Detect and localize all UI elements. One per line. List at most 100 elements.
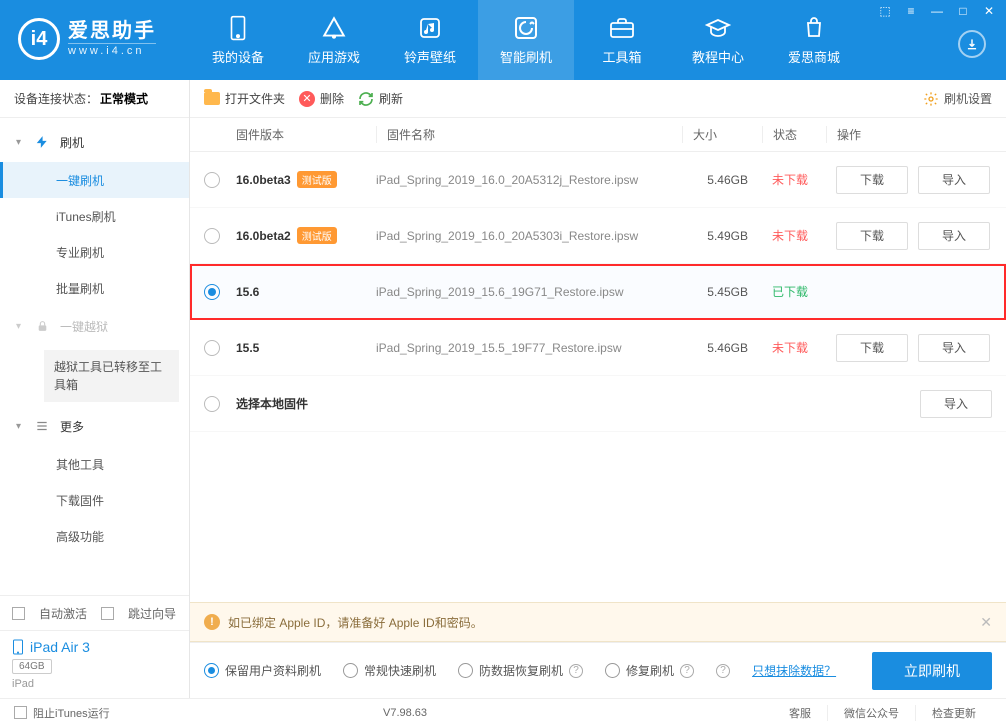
- flash-option-radio[interactable]: [605, 663, 620, 678]
- cell-status: 未下载: [762, 227, 826, 244]
- open-folder-label: 打开文件夹: [225, 90, 285, 107]
- gear-icon: [923, 91, 939, 107]
- tab-device[interactable]: 我的设备: [190, 0, 286, 80]
- flash-settings-label: 刷机设置: [944, 90, 992, 107]
- table-row[interactable]: 16.0beta3测试版iPad_Spring_2019_16.0_20A531…: [190, 152, 1006, 208]
- col-status: 状态: [762, 126, 826, 143]
- row-radio[interactable]: [204, 396, 220, 412]
- sidebar-item-flash-2[interactable]: 专业刷机: [0, 234, 189, 270]
- cell-size: 5.49GB: [682, 229, 762, 243]
- tab-label: 智能刷机: [500, 47, 552, 66]
- refresh-button[interactable]: 刷新: [358, 90, 403, 107]
- sidebar-bottom: 自动激活 跳过向导 iPad Air 3 64GB iPad: [0, 595, 189, 698]
- open-folder-button[interactable]: 打开文件夹: [204, 90, 285, 107]
- tab-label: 教程中心: [692, 47, 744, 66]
- cell-name: iPad_Spring_2019_16.0_20A5303i_Restore.i…: [376, 229, 682, 243]
- import-button[interactable]: 导入: [918, 166, 990, 194]
- device-info[interactable]: iPad Air 3 64GB iPad: [0, 630, 189, 698]
- cell-size: 5.46GB: [682, 341, 762, 355]
- tutorial-icon: [705, 15, 731, 41]
- footer-link-1[interactable]: 微信公众号: [827, 705, 915, 721]
- app-version: V7.98.63: [383, 707, 427, 719]
- sidebar-item-more-0[interactable]: 其他工具: [0, 446, 189, 482]
- cell-name: iPad_Spring_2019_15.6_19G71_Restore.ipsw: [376, 285, 682, 299]
- sidebar-item-more-2[interactable]: 高级功能: [0, 518, 189, 554]
- cell-version: 15.5: [236, 341, 376, 355]
- import-button[interactable]: 导入: [918, 334, 990, 362]
- nav-group-flash[interactable]: ▾ 刷机: [0, 122, 189, 162]
- download-button[interactable]: 下载: [836, 222, 908, 250]
- flash-option-3[interactable]: 修复刷机?: [605, 662, 694, 679]
- delete-icon: ✕: [299, 91, 315, 107]
- chevron-down-icon: ▾: [16, 421, 21, 432]
- device-name: iPad Air 3: [30, 639, 90, 655]
- winbtn-close-icon[interactable]: ✕: [980, 4, 998, 18]
- flash-now-button[interactable]: 立即刷机: [872, 652, 992, 690]
- flash-option-radio[interactable]: [204, 663, 219, 678]
- flash-option-2[interactable]: 防数据恢复刷机?: [458, 662, 583, 679]
- nav-group-more[interactable]: ▾ 更多: [0, 406, 189, 446]
- apple-id-notice: ! 如已绑定 Apple ID，请准备好 Apple ID和密码。 ✕: [190, 602, 1006, 642]
- row-radio[interactable]: [204, 284, 220, 300]
- cell-version: 选择本地固件: [236, 395, 376, 412]
- row-radio[interactable]: [204, 172, 220, 188]
- tab-music[interactable]: 铃声壁纸: [382, 0, 478, 80]
- header: ⬚ ≡ — □ ✕ i4 爱思助手 www.i4.cn 我的设备应用游戏铃声壁纸…: [0, 0, 1006, 80]
- help-icon[interactable]: ?: [680, 664, 694, 678]
- row-radio[interactable]: [204, 340, 220, 356]
- sidebar-item-flash-1[interactable]: iTunes刷机: [0, 198, 189, 234]
- beta-badge: 测试版: [297, 227, 337, 244]
- status-value: 正常模式: [100, 90, 148, 107]
- help-icon[interactable]: ?: [569, 664, 583, 678]
- flash-option-1[interactable]: 常规快速刷机: [343, 662, 436, 679]
- help-icon[interactable]: ?: [716, 664, 730, 678]
- cell-size: 5.45GB: [682, 285, 762, 299]
- winbtn-min-icon[interactable]: —: [928, 4, 946, 18]
- table-row[interactable]: 选择本地固件 导入: [190, 376, 1006, 432]
- import-button[interactable]: 导入: [920, 390, 992, 418]
- erase-only-link[interactable]: 只想抹除数据？: [752, 662, 836, 679]
- sidebar-item-flash-3[interactable]: 批量刷机: [0, 270, 189, 306]
- tab-label: 工具箱: [602, 47, 641, 66]
- header-download-icon[interactable]: [958, 30, 986, 58]
- flash-settings-button[interactable]: 刷机设置: [923, 90, 992, 107]
- winbtn-max-icon[interactable]: □: [954, 4, 972, 18]
- notice-close-icon[interactable]: ✕: [980, 614, 992, 631]
- tab-store[interactable]: 爱思商城: [766, 0, 862, 80]
- nav-group-jailbreak-label: 一键越狱: [60, 318, 108, 335]
- tab-apps[interactable]: 应用游戏: [286, 0, 382, 80]
- table-row[interactable]: 16.0beta2测试版iPad_Spring_2019_16.0_20A530…: [190, 208, 1006, 264]
- import-button[interactable]: 导入: [918, 222, 990, 250]
- flash-option-label: 保留用户资料刷机: [225, 662, 321, 679]
- skip-wizard-checkbox[interactable]: [101, 607, 114, 620]
- refresh-icon: [358, 91, 374, 107]
- tab-tutorial[interactable]: 教程中心: [670, 0, 766, 80]
- cell-status: 已下载: [762, 283, 826, 300]
- stop-itunes-checkbox[interactable]: [14, 706, 27, 719]
- sidebar-item-flash-0[interactable]: 一键刷机: [0, 162, 189, 198]
- flash-options-bar: 保留用户资料刷机 常规快速刷机 防数据恢复刷机? 修复刷机? ? 只想抹除数据？ 立即…: [190, 642, 1006, 698]
- flash-option-radio[interactable]: [343, 663, 358, 678]
- device-icon: [12, 639, 24, 655]
- footer-link-2[interactable]: 检查更新: [915, 705, 992, 721]
- tab-flash[interactable]: 智能刷机: [478, 0, 574, 80]
- download-button[interactable]: 下载: [836, 166, 908, 194]
- main-tabs: 我的设备应用游戏铃声壁纸智能刷机 工具箱 教程中心 爱思商城: [190, 0, 862, 80]
- lock-icon: [34, 318, 50, 334]
- footer: 阻止iTunes运行 V7.98.63 客服微信公众号检查更新: [0, 698, 1006, 726]
- winbtn-extra-icon[interactable]: ⬚: [876, 4, 894, 18]
- auto-activate-checkbox[interactable]: [12, 607, 25, 620]
- footer-link-0[interactable]: 客服: [773, 705, 827, 721]
- tab-toolbox[interactable]: 工具箱: [574, 0, 670, 80]
- row-radio[interactable]: [204, 228, 220, 244]
- flash-option-radio[interactable]: [458, 663, 473, 678]
- refresh-label: 刷新: [379, 90, 403, 107]
- sidebar-item-more-1[interactable]: 下载固件: [0, 482, 189, 518]
- winbtn-menu-icon[interactable]: ≡: [902, 4, 920, 18]
- nav-group-flash-label: 刷机: [60, 134, 84, 151]
- download-button[interactable]: 下载: [836, 334, 908, 362]
- table-row[interactable]: 15.5iPad_Spring_2019_15.5_19F77_Restore.…: [190, 320, 1006, 376]
- delete-button[interactable]: ✕删除: [299, 90, 344, 107]
- flash-option-0[interactable]: 保留用户资料刷机: [204, 662, 321, 679]
- table-row[interactable]: 15.6iPad_Spring_2019_15.6_19G71_Restore.…: [190, 264, 1006, 320]
